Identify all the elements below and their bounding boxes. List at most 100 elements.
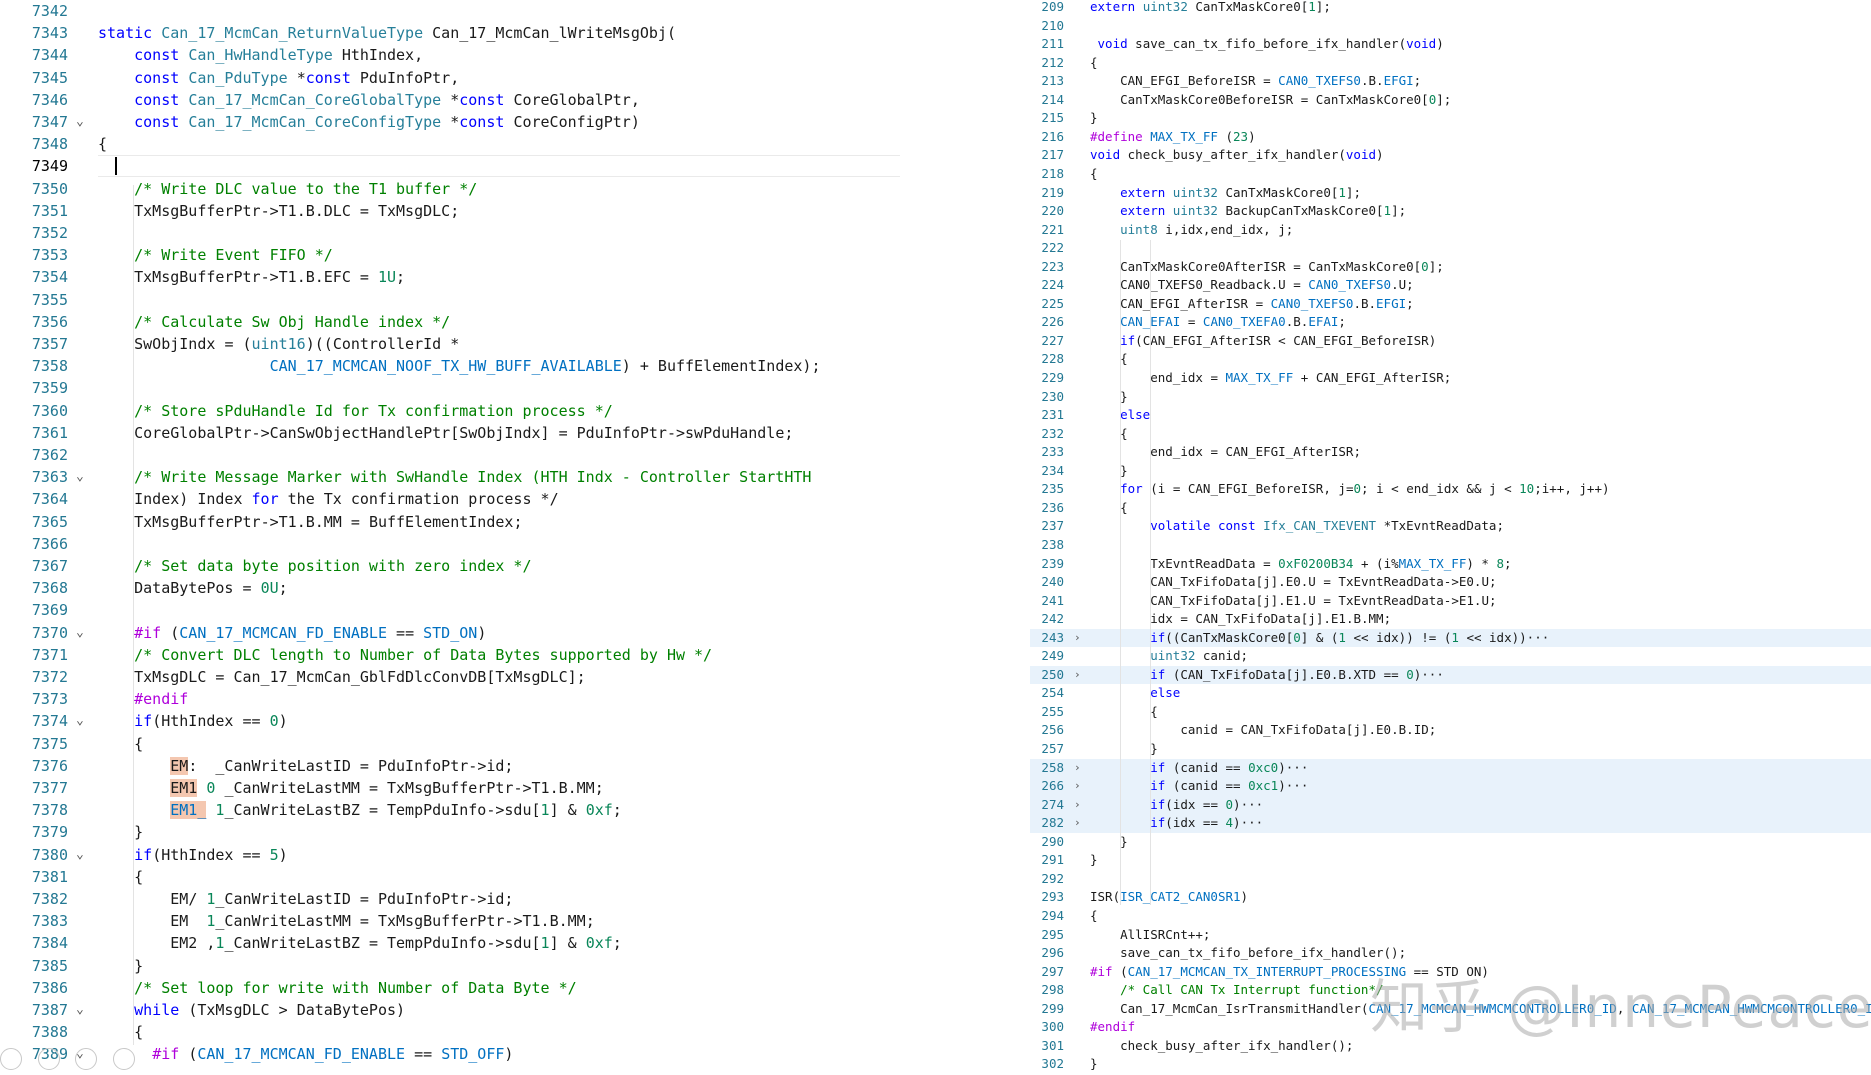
code-line[interactable]: 255 { xyxy=(1030,703,1871,722)
code-line[interactable]: 266 › if (canid == 0xc1)··· xyxy=(1030,777,1871,796)
code-line[interactable]: 211 void save_can_tx_fifo_before_ifx_han… xyxy=(1030,35,1871,54)
code-line[interactable]: 7364 Index) Index for the Tx confirmatio… xyxy=(0,488,900,510)
code-line[interactable]: 291} xyxy=(1030,851,1871,870)
code-line[interactable]: 222 xyxy=(1030,239,1871,258)
code-line[interactable]: 7371 /* Convert DLC length to Number of … xyxy=(0,644,900,666)
code-line[interactable]: 274 › if(idx == 0)··· xyxy=(1030,795,1871,815)
code-line[interactable]: 7373 #endif xyxy=(0,688,900,710)
code-line[interactable]: 7352 xyxy=(0,222,900,244)
code-line[interactable]: 7356 /* Calculate Sw Obj Handle index */ xyxy=(0,311,900,333)
code-line[interactable]: 256 canid = CAN_TxFifoData[j].E0.B.ID; xyxy=(1030,721,1871,740)
code-line[interactable]: 7367 /* Set data byte position with zero… xyxy=(0,555,900,577)
code-line[interactable]: 7354 TxMsgBufferPtr->T1.B.EFC = 1U; xyxy=(0,266,900,288)
code-line[interactable]: 213 CAN_EFGI_BeforeISR = CAN0_TXEFS0.B.E… xyxy=(1030,72,1871,91)
chevron-right-icon[interactable]: › xyxy=(1074,759,1086,778)
code-line[interactable]: 220 extern uint32 BackupCanTxMaskCore0[1… xyxy=(1030,202,1871,221)
code-line[interactable]: 7377 EM1 0 _CanWriteLastMM = TxMsgBuffer… xyxy=(0,777,900,799)
code-line[interactable]: 7342 xyxy=(0,0,900,22)
code-line[interactable]: 7375 { xyxy=(0,733,900,755)
code-line[interactable]: 218 { xyxy=(1030,165,1871,184)
code-line[interactable]: 230 } xyxy=(1030,388,1871,407)
code-line[interactable]: 236 { xyxy=(1030,499,1871,518)
code-line[interactable]: 7348 { xyxy=(0,133,900,155)
code-line[interactable]: 7347 ⌄ const Can_17_McmCan_CoreConfigType… xyxy=(0,111,900,133)
code-line[interactable]: 7387 ⌄ while (TxMsgDLC > DataBytePos) xyxy=(0,999,900,1021)
code-line[interactable]: 7388 { xyxy=(0,1021,900,1043)
code-line[interactable]: 7368 DataBytePos = 0U; xyxy=(0,577,900,599)
chevron-right-icon[interactable]: › xyxy=(1074,777,1086,796)
code-line[interactable]: 294 { xyxy=(1030,907,1871,926)
code-line[interactable]: 295 AllISRCnt++; xyxy=(1030,926,1871,945)
left-editor-pane[interactable]: 7342 7343 static Can_17_McmCan_ReturnValue… xyxy=(0,0,900,1075)
code-line[interactable]: 7383 EM 1_CanWriteLastMM = TxMsgBufferPt… xyxy=(0,910,900,932)
code-line[interactable]: 293 ISR(ISR_CAT2_CAN0SR1) xyxy=(1030,888,1871,907)
code-line[interactable]: 7370 ⌄ #if (CAN_17_MCMCAN_FD_ENABLE == ST… xyxy=(0,622,900,644)
chevron-down-icon[interactable]: ⌄ xyxy=(76,999,90,1021)
code-line[interactable]: 227 if(CAN_EFGI_AfterISR < CAN_EFGI_Befo… xyxy=(1030,332,1871,351)
code-line[interactable]: 7349 xyxy=(0,155,900,178)
code-line[interactable]: 223 CanTxMaskCore0AfterISR = CanTxMaskCo… xyxy=(1030,258,1871,277)
code-line[interactable]: 231 else xyxy=(1030,406,1871,425)
chevron-down-icon[interactable]: ⌄ xyxy=(76,466,90,488)
code-line[interactable]: 7365 TxMsgBufferPtr->T1.B.MM = BuffEleme… xyxy=(0,511,900,533)
code-line[interactable]: 243 › if((CanTxMaskCore0[0] & (1 << idx))… xyxy=(1030,628,1871,648)
code-line[interactable]: 7376 EM: _CanWriteLastID = PduInfoPtr->i… xyxy=(0,755,900,777)
code-line[interactable]: 7381 { xyxy=(0,866,900,888)
code-line[interactable]: 212 { xyxy=(1030,54,1871,73)
code-line[interactable]: 7346 const Can_17_McmCan_CoreGlobalType … xyxy=(0,89,900,111)
code-line[interactable]: 258 › if (canid == 0xc0)··· xyxy=(1030,758,1871,778)
code-line[interactable]: 7343 static Can_17_McmCan_ReturnValueType… xyxy=(0,22,900,44)
code-line[interactable]: 7380 ⌄ if(HthIndex == 5) xyxy=(0,844,900,866)
code-line[interactable]: 7344 const Can_HwHandleType HthIndex, xyxy=(0,44,900,66)
code-line[interactable]: 7353 /* Write Event FIFO */ xyxy=(0,244,900,266)
code-line[interactable]: 216 #define MAX_TX_FF (23) xyxy=(1030,128,1871,147)
code-line[interactable]: 217 void check_busy_after_ifx_handler(voi… xyxy=(1030,146,1871,165)
code-line[interactable]: 7363 ⌄ /* Write Message Marker with SwHan… xyxy=(0,466,900,488)
code-line[interactable]: 241 CAN_TxFifoData[j].E1.U = TxEvntReadD… xyxy=(1030,592,1871,611)
code-line[interactable]: 7359 xyxy=(0,377,900,399)
chevron-right-icon[interactable]: › xyxy=(1074,629,1086,648)
code-line[interactable]: 7382 EM/ 1_CanWriteLastID = PduInfoPtr->… xyxy=(0,888,900,910)
code-line[interactable]: 215} xyxy=(1030,109,1871,128)
code-line[interactable]: 238 xyxy=(1030,536,1871,555)
code-line[interactable]: 7361 CoreGlobalPtr->CanSwObjectHandlePtr… xyxy=(0,422,900,444)
code-line[interactable]: 234 } xyxy=(1030,462,1871,481)
code-line[interactable]: 7351 TxMsgBufferPtr->T1.B.DLC = TxMsgDLC… xyxy=(0,200,900,222)
code-line[interactable]: 7379 } xyxy=(0,821,900,843)
code-line[interactable]: 210 xyxy=(1030,17,1871,36)
chevron-down-icon[interactable]: ⌄ xyxy=(76,710,90,732)
code-line[interactable]: 7355 xyxy=(0,289,900,311)
code-line[interactable]: 250 › if (CAN_TxFifoData[j].E0.B.XTD == 0… xyxy=(1030,665,1871,685)
code-line[interactable]: 7369 xyxy=(0,599,900,621)
chevron-down-icon[interactable]: ⌄ xyxy=(76,622,90,644)
chevron-right-icon[interactable]: › xyxy=(1074,814,1086,833)
code-line[interactable]: 209 extern uint32 CanTxMaskCore0[1]; xyxy=(1030,0,1871,17)
code-line[interactable]: 214 CanTxMaskCore0BeforeISR = CanTxMaskC… xyxy=(1030,91,1871,110)
code-line[interactable]: 221 uint8 i,idx,end_idx, j; xyxy=(1030,221,1871,240)
code-line[interactable]: 302} xyxy=(1030,1055,1871,1074)
chevron-down-icon[interactable]: ⌄ xyxy=(76,111,90,133)
right-editor-pane[interactable]: 209 extern uint32 CanTxMaskCore0[1]; 210 21… xyxy=(1030,0,1871,1075)
code-line[interactable]: 7372 TxMsgDLC = Can_17_McmCan_GblFdDlcCo… xyxy=(0,666,900,688)
code-line[interactable]: 7385 } xyxy=(0,955,900,977)
code-line[interactable]: 282 › if(idx == 4)··· xyxy=(1030,814,1871,833)
code-line[interactable]: 254 else xyxy=(1030,684,1871,703)
code-line[interactable]: 7350 /* Write DLC value to the T1 buffer… xyxy=(0,178,900,200)
chevron-down-icon[interactable]: ⌄ xyxy=(76,844,90,866)
code-line[interactable]: 7362 xyxy=(0,444,900,466)
chevron-right-icon[interactable]: › xyxy=(1074,796,1086,815)
code-line[interactable]: 7360 /* Store sPduHandle Id for Tx confi… xyxy=(0,400,900,422)
code-line[interactable]: 224 CAN0_TXEFS0_Readback.U = CAN0_TXEFS0… xyxy=(1030,276,1871,295)
code-line[interactable]: 219 extern uint32 CanTxMaskCore0[1]; xyxy=(1030,184,1871,203)
code-line[interactable]: 237 volatile const Ifx_CAN_TXEVENT *TxEv… xyxy=(1030,517,1871,536)
chevron-right-icon[interactable]: › xyxy=(1074,666,1086,685)
code-line[interactable]: 235 for (i = CAN_EFGI_BeforeISR, j=0; i … xyxy=(1030,480,1871,499)
code-line[interactable]: 7374 ⌄ if(HthIndex == 0) xyxy=(0,710,900,732)
code-line[interactable]: 7378 EM1_ 1_CanWriteLastBZ = TempPduInfo… xyxy=(0,799,900,821)
code-line[interactable]: 226 CAN_EFAI = CAN0_TXEFA0.B.EFAI; xyxy=(1030,313,1871,332)
code-line[interactable]: 249 uint32 canid; xyxy=(1030,647,1871,666)
code-line[interactable]: 292 xyxy=(1030,870,1871,889)
code-line[interactable]: 7345 const Can_PduType *const PduInfoPtr… xyxy=(0,67,900,89)
code-line[interactable]: 240 CAN_TxFifoData[j].E0.U = TxEvntReadD… xyxy=(1030,573,1871,592)
code-line[interactable]: 239 TxEvntReadData = 0xF0200B34 + (i%MAX… xyxy=(1030,555,1871,574)
